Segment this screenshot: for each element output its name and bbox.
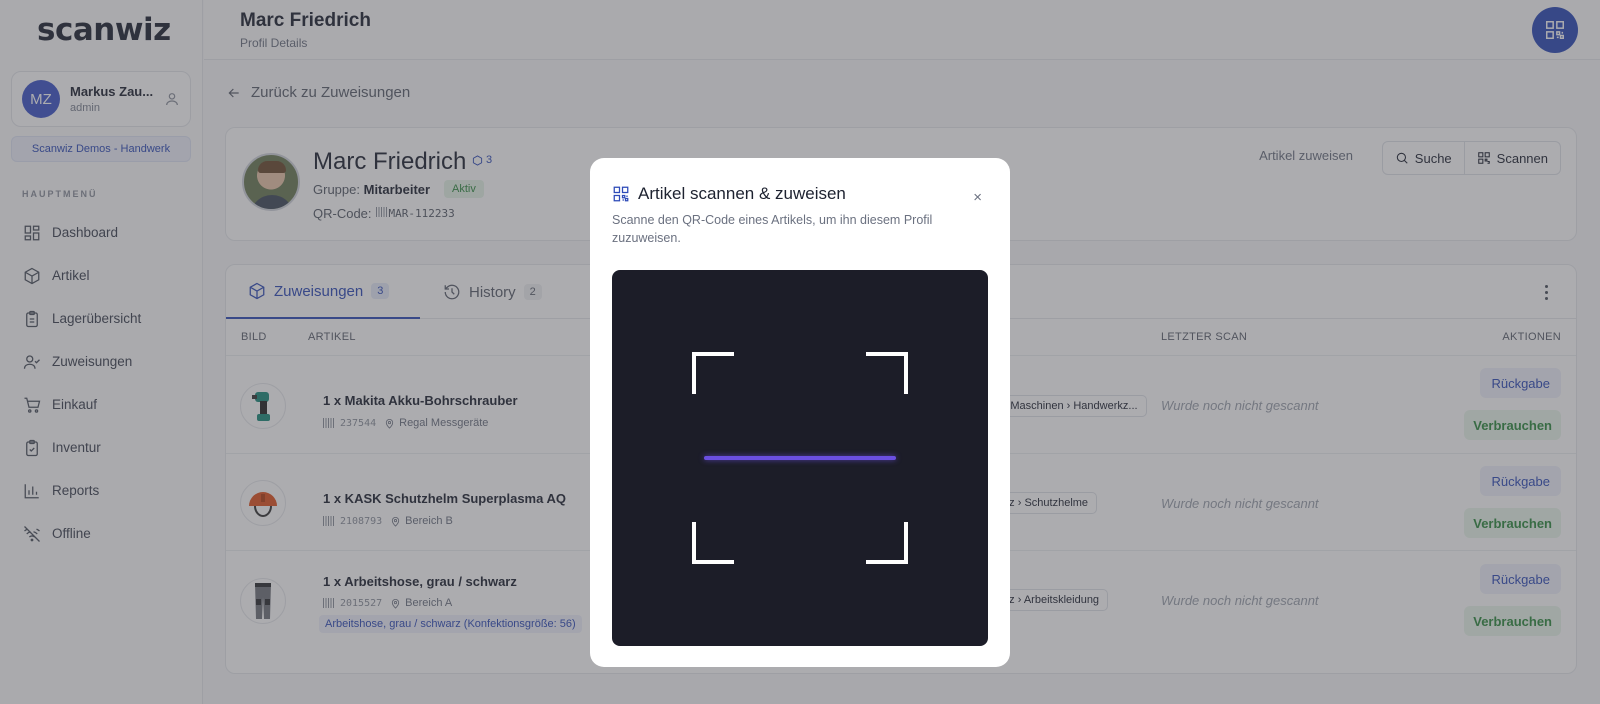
modal-description: Scanne den QR-Code eines Artikels, um ih… [612,213,933,245]
camera-scanner-view[interactable] [612,270,988,646]
close-icon[interactable]: × [973,190,982,205]
scan-frame-corner [866,352,908,394]
scan-frame-corner [692,522,734,564]
scan-assign-modal: Artikel scannen & zuweisen × Scanne den … [590,158,1010,667]
qr-code-icon [613,186,629,202]
scan-line [704,456,896,460]
scan-frame-corner [866,522,908,564]
scan-frame-corner [692,352,734,394]
modal-title: Artikel scannen & zuweisen [638,184,846,203]
